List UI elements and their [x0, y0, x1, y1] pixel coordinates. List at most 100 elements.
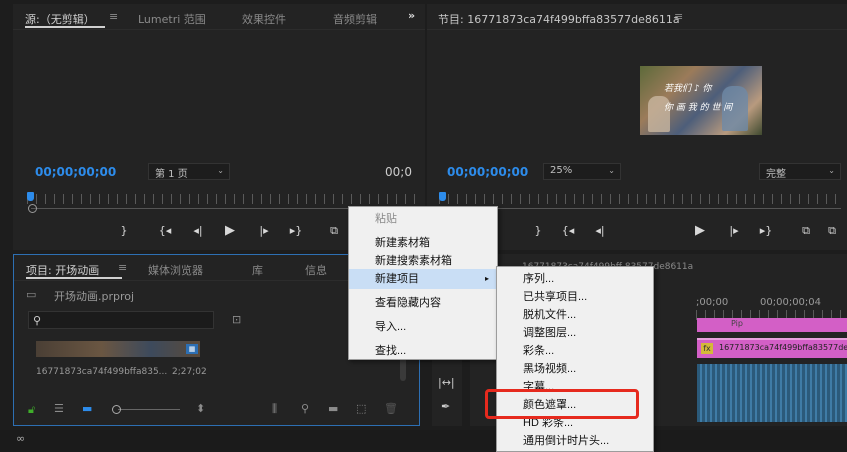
zoom-select[interactable]: 25% ⌄ [543, 163, 621, 180]
lift-icon[interactable]: ⧉ [799, 224, 813, 238]
zoom-slider[interactable] [118, 409, 180, 410]
source-tabbar: 源:（无剪辑） ≡ Lumetri 范围 效果控件 音频剪辑 » [13, 4, 425, 30]
tab-source[interactable]: 源:（无剪辑） [25, 11, 95, 27]
sort-icon[interactable]: ⬍ [196, 402, 205, 415]
chevron-down-icon: ⌄ [828, 166, 835, 175]
menu-icon[interactable]: ≡ [674, 10, 683, 23]
quality-select[interactable]: 完整 ⌄ [759, 163, 841, 180]
pip-clip-label: Pip [731, 319, 743, 328]
automate-icon[interactable]: ⫼ [272, 402, 277, 416]
tab-underline [25, 26, 105, 28]
find-icon[interactable]: ⚲ [301, 402, 309, 415]
menu-item-new-item[interactable]: 新建项目 ▸ [349, 269, 497, 289]
tab-lumetri[interactable]: Lumetri 范围 [138, 11, 206, 27]
menu-item-new-search-bin[interactable]: 新建搜索素材箱 [349, 251, 497, 271]
new-bin-icon[interactable]: ▬ [328, 402, 338, 415]
source-ruler [27, 194, 421, 204]
submenu-item-adjustment-layer[interactable]: 调整图层... [497, 323, 653, 343]
menu-icon[interactable]: ≡ [118, 261, 127, 274]
submenu-item-offline-file[interactable]: 脱机文件... [497, 305, 653, 325]
menu-item-new-item-label: 新建项目 [375, 273, 419, 285]
audio-clip[interactable] [697, 364, 847, 422]
pip-clip[interactable]: Pip [697, 318, 847, 332]
program-playhead[interactable] [439, 192, 446, 201]
time-ruler-mark: 00;00;00;04 [760, 297, 822, 308]
menu-item-import[interactable]: 导入... [349, 317, 497, 337]
quality-value: 完整 [766, 169, 786, 180]
insert-icon[interactable]: ⧉ [327, 224, 341, 238]
program-ruler [439, 194, 841, 204]
submenu-item-countdown[interactable]: 通用倒计时片头... [497, 431, 653, 451]
zoom-slider-handle[interactable] [112, 405, 121, 414]
program-tabbar: 节目: 16771873ca74f499bffa83577de8611a ≡ [427, 4, 847, 30]
creative-cloud-icon[interactable]: ∞ [16, 432, 25, 445]
fx-badge: fx [701, 343, 713, 354]
submenu-arrow-icon: ▸ [484, 274, 489, 283]
clip-thumbnail[interactable] [36, 341, 200, 357]
step-forward-icon[interactable]: |▸ [727, 224, 741, 237]
submenu-item-sequence[interactable]: 序列... [497, 269, 653, 289]
tab-media-browser[interactable]: 媒体浏览器 [148, 262, 203, 278]
clip-duration: 2;27;02 [172, 367, 207, 377]
menu-item-new-bin[interactable]: 新建素材箱 [349, 233, 497, 253]
program-scrub-bar[interactable] [443, 208, 841, 209]
expand-tabs-icon[interactable]: » [408, 9, 415, 22]
tab-info[interactable]: 信息 [305, 262, 327, 278]
tab-audio-clip[interactable]: 音频剪辑 [333, 11, 377, 27]
search-icon: ⚲ [33, 314, 42, 327]
step-back-icon[interactable]: ◂| [191, 224, 205, 237]
zoom-value: 25% [550, 165, 573, 176]
tab-project[interactable]: 项目: 开场动画 [26, 262, 99, 278]
go-to-in-icon[interactable]: {◂ [158, 224, 172, 237]
chevron-down-icon: ⌄ [217, 166, 224, 175]
program-title[interactable]: 节目: 16771873ca74f499bffa83577de8611a [438, 11, 680, 27]
menu-item-paste[interactable]: 粘贴 [349, 209, 497, 229]
submenu-item-black-video[interactable]: 黑场视频... [497, 359, 653, 379]
go-to-out-icon[interactable]: ▸} [759, 224, 773, 237]
menu-item-find[interactable]: 查找... [349, 341, 497, 361]
trash-icon[interactable]: 🗑︎ [384, 402, 398, 415]
submenu-item-shared-project[interactable]: 已共享项目... [497, 287, 653, 307]
clip-name: 16771873ca74f499bffa835... [36, 367, 168, 377]
video-preview: 若我们 ♪ 你 你 画 我 的 世 间 [640, 66, 762, 135]
preview-caption: 若我们 ♪ 你 你 画 我 的 世 间 [664, 84, 733, 113]
project-file-name: 开场动画.prproj [54, 290, 135, 303]
slip-tool-icon[interactable]: |↔| [438, 376, 455, 389]
program-timecode: 00;00;00;00 [447, 165, 529, 179]
go-to-out-icon[interactable]: ▸} [289, 224, 303, 237]
go-to-in-icon[interactable]: {◂ [561, 224, 575, 237]
play-icon[interactable]: ▶ [693, 223, 707, 238]
highlight-box [485, 389, 639, 419]
lock-icon[interactable]: 🔓︎ [28, 403, 35, 417]
source-timecode: 00;00;00;00 [35, 165, 117, 179]
video-clip[interactable]: fx 16771873ca74f499bffa83577de8611a [697, 338, 847, 358]
search-input[interactable]: ⚲ [28, 311, 214, 329]
new-item-icon[interactable]: ⬚ [356, 402, 366, 415]
page-select-value: 第 1 页 [155, 169, 188, 180]
folder-icon: ▭ [26, 288, 37, 301]
mark-out-icon[interactable]: } [531, 224, 545, 237]
menu-item-view-hidden[interactable]: 查看隐藏内容 [349, 293, 497, 313]
new-bin-from-search-icon[interactable]: ⊡ [232, 313, 241, 326]
mark-out-icon[interactable]: } [117, 224, 131, 237]
video-clip-name: 16771873ca74f499bffa83577de8611a [719, 343, 847, 352]
list-view-icon[interactable]: ☰ [54, 402, 64, 415]
tab-libraries[interactable]: 库 [252, 262, 263, 278]
icon-view-icon[interactable]: ▬ [82, 402, 92, 415]
time-ruler-start: ;00;00 [696, 297, 729, 308]
chevron-down-icon: ⌄ [608, 166, 615, 175]
source-scrub-handle[interactable] [28, 204, 37, 213]
clip-type-icon: ▦ [186, 344, 198, 354]
status-bar: ∞ [0, 430, 847, 452]
step-back-icon[interactable]: ◂| [593, 224, 607, 237]
menu-icon[interactable]: ≡ [109, 10, 118, 23]
play-icon[interactable]: ▶ [223, 223, 237, 238]
extract-icon[interactable]: ⧉ [825, 224, 839, 238]
step-forward-icon[interactable]: |▸ [257, 224, 271, 237]
submenu-item-bars-tone[interactable]: 彩条... [497, 341, 653, 361]
new-item-submenu: 序列... 已共享项目... 脱机文件... 调整图层... 彩条... 黑场视… [496, 266, 654, 452]
pen-tool-icon[interactable]: ✒ [441, 400, 450, 413]
tab-effect-controls[interactable]: 效果控件 [242, 11, 286, 27]
source-playhead[interactable] [27, 192, 34, 201]
page-select[interactable]: 第 1 页 ⌄ [148, 163, 230, 180]
